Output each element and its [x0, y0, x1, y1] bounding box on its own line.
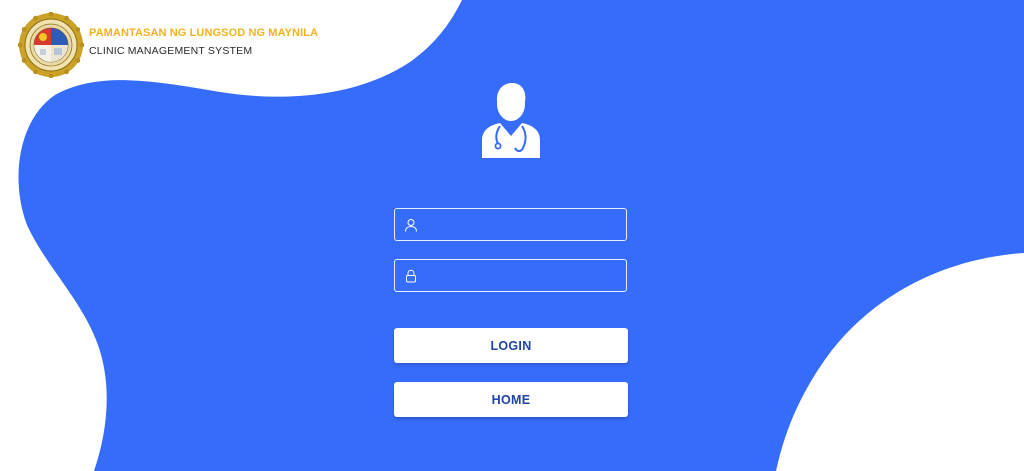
username-field[interactable] — [394, 208, 627, 241]
system-name: CLINIC MANAGEMENT SYSTEM — [89, 44, 253, 57]
university-name: PAMANTASAN NG LUNGSOD NG MAYNILA — [89, 26, 319, 39]
home-button[interactable]: HOME — [394, 382, 628, 417]
lock-icon — [406, 269, 416, 282]
plm-seal-logo — [18, 12, 84, 78]
doctor-icon — [482, 83, 540, 158]
user-icon — [405, 218, 417, 232]
header: PAMANTASAN NG LUNGSOD NG MAYNILA CLINIC … — [18, 12, 318, 78]
login-button[interactable]: LOGIN — [394, 328, 628, 363]
header-text: PAMANTASAN NG LUNGSOD NG MAYNILA CLINIC … — [89, 26, 318, 59]
password-input[interactable] — [418, 259, 626, 292]
username-input[interactable] — [418, 208, 626, 241]
password-field[interactable] — [394, 259, 627, 292]
login-page: PAMANTASAN NG LUNGSOD NG MAYNILA CLINIC … — [0, 0, 1024, 471]
